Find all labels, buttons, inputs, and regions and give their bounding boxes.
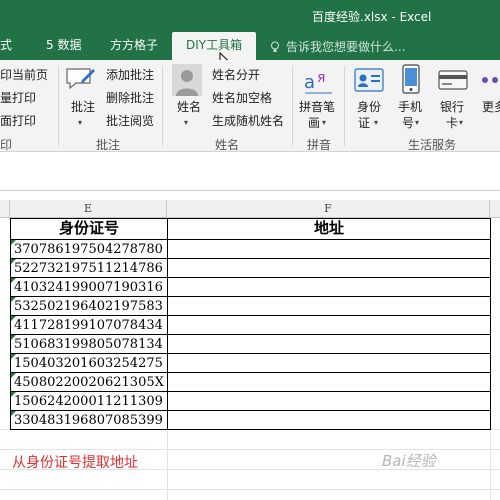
chevron-down-icon: ▾ xyxy=(78,118,83,127)
split-name-label: 姓名分开 xyxy=(212,68,261,82)
person-icon xyxy=(172,64,202,96)
comment-icon xyxy=(66,68,95,90)
name-big-label: 姓名 xyxy=(177,100,202,114)
tab-data[interactable]: 5 数据 xyxy=(46,32,81,60)
table-cell-address[interactable] xyxy=(168,316,490,336)
chevron-down-icon: ▾ xyxy=(374,118,379,127)
chevron-down-icon: ▾ xyxy=(415,118,420,127)
more-dots-icon xyxy=(482,77,498,83)
instruction-note: 从身份证号提取地址 xyxy=(12,455,138,471)
column-header-f[interactable]: F xyxy=(167,200,490,218)
id-card-label-2: 证 xyxy=(358,116,371,130)
chevron-down-icon: ▾ xyxy=(322,118,327,127)
tell-me-text: 告诉我您想要做什么... xyxy=(286,40,406,54)
table-cell-address[interactable] xyxy=(168,354,490,374)
random-name-label: 生成随机姓名 xyxy=(212,114,285,128)
bank-card-label-1: 银行 xyxy=(440,100,465,114)
watermark-text: Bai经验 xyxy=(382,452,436,470)
column-header-prev[interactable] xyxy=(0,200,10,218)
ribbon-tabs: 式 5 数据 方方格子 DIY工具箱 告诉我您想要做什么... xyxy=(0,32,500,60)
add-comment-label: 添加批注 xyxy=(106,68,155,82)
tell-me-box[interactable]: 告诉我您想要做什么... xyxy=(270,38,405,55)
ribbon: 印当前页 量打印 面打印 印 批注 ▾ 添加批注 删除批注 批注阅览 批注 姓名… xyxy=(0,60,500,152)
svg-text:a: a xyxy=(304,72,315,93)
batch-print-button[interactable]: 量打印 xyxy=(0,89,36,106)
chevron-down-icon: ▾ xyxy=(459,118,464,127)
table-cell-id[interactable]: 330483196807085399 xyxy=(11,411,167,431)
window-title: 百度经验.xlsx - Excel xyxy=(312,10,432,24)
comment-big-label: 批注 xyxy=(71,100,96,114)
table-cell-id[interactable]: 150403201603254275 xyxy=(11,354,167,374)
add-comment-button[interactable]: 添加批注 xyxy=(106,66,154,83)
id-card-label-1: 身份 xyxy=(357,100,382,114)
page-print-button[interactable]: 面打印 xyxy=(0,112,36,129)
delete-comment-button[interactable]: 删除批注 xyxy=(106,89,154,106)
batch-print-label: 量打印 xyxy=(0,91,37,105)
random-name-button[interactable]: 生成随机姓名 xyxy=(212,112,284,129)
life-services-group-label: 生活服务 xyxy=(408,138,457,152)
pinyin-big-label-2: 画 xyxy=(308,116,321,130)
table-cell-address[interactable] xyxy=(168,335,490,355)
print-current-page-label: 印当前页 xyxy=(0,68,49,82)
phone-icon xyxy=(402,64,420,94)
group-separator xyxy=(344,66,345,146)
browse-comments-button[interactable]: 批注阅览 xyxy=(106,112,154,129)
id-card-icon xyxy=(354,68,384,92)
table-cell-id[interactable]: 45080220020621305X xyxy=(11,373,167,393)
divider xyxy=(0,190,500,191)
header-cell-address[interactable]: 地址 xyxy=(168,219,490,239)
group-separator xyxy=(292,66,293,146)
pinyin-group-label: 拼音 xyxy=(307,138,332,152)
title-bar: 百度经验.xlsx - Excel xyxy=(0,0,500,32)
header-cell-id[interactable]: 身份证号 xyxy=(11,219,167,239)
name-group-label: 姓名 xyxy=(215,138,240,152)
print-group-label: 印 xyxy=(0,138,13,152)
print-current-page-button[interactable]: 印当前页 xyxy=(0,66,48,83)
table-cell-id[interactable]: 411728199107078434 xyxy=(11,316,167,336)
pinyin-big-label-1: 拼音笔 xyxy=(299,100,336,114)
table-cell-address[interactable] xyxy=(168,259,490,279)
table-cell-id[interactable]: 150624200011211309 xyxy=(11,392,167,412)
table-cell-id[interactable]: 410324199007190316 xyxy=(11,278,167,298)
formula-bar-area xyxy=(0,152,500,192)
table-cell-address[interactable] xyxy=(168,411,490,431)
chevron-down-icon: ▾ xyxy=(184,118,189,127)
gridline xyxy=(0,489,500,490)
page-print-label: 面打印 xyxy=(0,114,37,128)
table-cell-address[interactable] xyxy=(168,240,490,260)
bank-card-label-2: 卡 xyxy=(446,116,459,130)
tab-formulas-partial[interactable]: 式 xyxy=(0,32,12,60)
table-cell-id[interactable]: 370786197504278780 xyxy=(11,240,167,260)
split-name-button[interactable]: 姓名分开 xyxy=(212,66,260,83)
name-add-space-label: 姓名加空格 xyxy=(212,91,273,105)
table-cell-id[interactable]: 522732197511214786 xyxy=(11,259,167,279)
column-header-next[interactable] xyxy=(490,200,500,218)
more-label: 更多 xyxy=(482,100,500,114)
group-separator xyxy=(58,66,59,146)
phone-label-1: 手机 xyxy=(398,100,423,114)
table-cell-address[interactable] xyxy=(168,373,490,393)
browse-comments-label: 批注阅览 xyxy=(106,114,155,128)
name-add-space-button[interactable]: 姓名加空格 xyxy=(212,89,272,106)
table-cell-id[interactable]: 532502196402197583 xyxy=(11,297,167,317)
table-cell-address[interactable] xyxy=(168,297,490,317)
column-header-e[interactable]: E xyxy=(10,200,167,218)
table-cell-address[interactable] xyxy=(168,392,490,412)
table-cell-address[interactable] xyxy=(168,278,490,298)
delete-comment-label: 删除批注 xyxy=(106,91,155,105)
pinyin-icon: a я xyxy=(304,70,332,94)
bank-card-icon xyxy=(438,70,468,90)
comment-group-label: 批注 xyxy=(96,138,121,152)
svg-text:я: я xyxy=(317,70,325,86)
phone-label-2: 号 xyxy=(402,116,415,130)
lightbulb-icon xyxy=(271,41,279,52)
group-separator xyxy=(162,66,163,146)
tab-fangfang[interactable]: 方方格子 xyxy=(110,32,158,60)
tab-diy-toolbox[interactable]: DIY工具箱 xyxy=(172,32,257,60)
table-cell-id[interactable]: 510683199805078134 xyxy=(11,335,167,355)
